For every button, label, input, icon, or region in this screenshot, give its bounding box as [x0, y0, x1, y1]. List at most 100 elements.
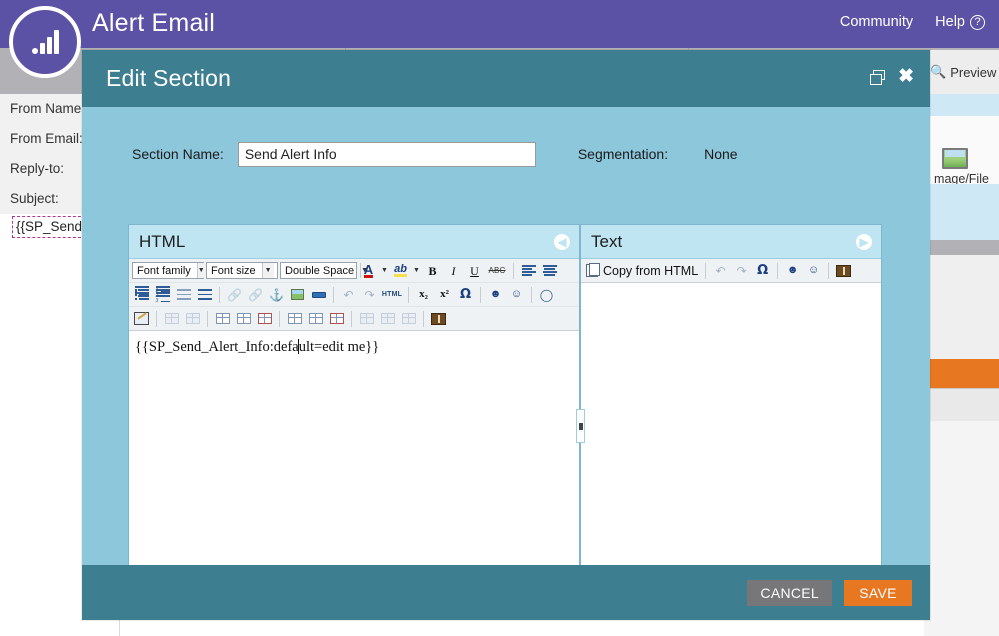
outdent-icon [176, 289, 191, 300]
redo-button[interactable]: ↷ [360, 285, 379, 304]
special-character-button[interactable]: Ω [456, 285, 475, 304]
table-row-properties-button[interactable] [162, 309, 181, 328]
insert-column-after-button[interactable] [306, 309, 325, 328]
modal-title: Edit Section [106, 65, 232, 91]
bold-button[interactable]: B [423, 261, 442, 280]
font-size-select[interactable]: Font size ▼ [206, 262, 278, 279]
html-toolbar-row-2: 1 2 3 🔗 🔗 ⚓ ↶ ↷ HTML x₂ x² Ω ☻ ☺ ◯ [129, 283, 579, 307]
redo-button[interactable]: ↷ [732, 261, 751, 280]
strikethrough-button[interactable]: ABC [486, 261, 508, 280]
text-toolbar: Copy from HTML ↶ ↷ Ω ☻ ☺ [581, 259, 881, 283]
edit-html-source-button[interactable]: HTML [381, 285, 403, 304]
insert-merge-field-button[interactable] [834, 261, 853, 280]
superscript-button[interactable]: x² [435, 285, 454, 304]
edit-section-modal: Edit Section ✖ Section Name: Segmentatio… [82, 50, 930, 620]
highlight-color-caret[interactable]: ▼ [412, 267, 421, 274]
insert-image-button[interactable] [288, 285, 307, 304]
find-replace-button[interactable]: ☺ [507, 285, 526, 304]
align-center-button[interactable] [540, 261, 559, 280]
indent-button[interactable] [195, 285, 214, 304]
content-block-divider [924, 240, 999, 255]
insert-row-before-button[interactable] [213, 309, 232, 328]
bullet-list-button[interactable] [132, 285, 151, 304]
toolbar-separator [333, 286, 334, 303]
superscript-icon: x² [440, 288, 449, 300]
content-block-8[interactable] [924, 421, 999, 636]
nav-item-help[interactable]: Help ? [935, 14, 985, 30]
undo-button[interactable]: ↶ [339, 285, 358, 304]
insert-table-button[interactable] [429, 309, 448, 328]
toolbar-separator [513, 262, 514, 279]
numbered-list-button[interactable]: 1 2 3 [153, 285, 172, 304]
content-block-1[interactable] [924, 94, 999, 116]
font-family-select[interactable]: Font family ▼ [132, 262, 205, 279]
insert-column-before-button[interactable] [285, 309, 304, 328]
delete-column-icon [329, 313, 344, 324]
preview-draft-button[interactable]: 🔍 Preview Dra [924, 50, 999, 94]
copy-icon [586, 263, 600, 277]
restore-window-icon[interactable] [870, 70, 886, 85]
content-block-cta-button[interactable] [924, 359, 999, 389]
merge-cells-button[interactable] [378, 309, 397, 328]
subscript-button[interactable]: x₂ [414, 285, 433, 304]
horizontal-rule-button[interactable] [309, 285, 328, 304]
insert-row-after-button[interactable] [234, 309, 253, 328]
html-pane-header: HTML ◀ [129, 225, 579, 259]
section-name-row: Section Name: Segmentation: None [82, 140, 930, 168]
label-from-name: From Name: [10, 101, 86, 116]
arrow-left-circle-icon[interactable]: ◀ [554, 234, 570, 250]
nav-item-community[interactable]: Community [840, 14, 913, 30]
line-spacing-select[interactable]: Double Space ▼ [280, 262, 369, 279]
outdent-button[interactable] [174, 285, 193, 304]
section-name-input[interactable] [237, 141, 536, 167]
content-block-image-file[interactable]: mage/File [924, 116, 999, 186]
arrow-right-circle-icon[interactable]: ▶ [856, 234, 872, 250]
magnifier-icon: 🔍 [930, 64, 947, 79]
anchor-button[interactable]: ⚓ [267, 285, 286, 304]
table-cell-properties-button[interactable] [183, 309, 202, 328]
find-button[interactable]: ☻ [486, 285, 505, 304]
copy-from-html-button[interactable]: Copy from HTML [584, 263, 700, 278]
content-block-7[interactable] [924, 389, 999, 421]
find-replace-button[interactable]: ☺ [804, 261, 823, 280]
remove-formatting-button[interactable]: ◯ [537, 285, 556, 304]
text-pane-header: Text ▶ [581, 225, 881, 259]
find-button[interactable]: ☻ [783, 261, 802, 280]
toolbar-separator [480, 286, 481, 303]
nav-help-label: Help [935, 14, 965, 30]
content-block-5[interactable] [924, 255, 999, 359]
highlight-color-button[interactable]: ab [391, 261, 410, 280]
save-button[interactable]: SAVE [844, 579, 912, 606]
italic-button[interactable]: I [444, 261, 463, 280]
close-icon[interactable]: ✖ [898, 67, 914, 86]
split-cells-button[interactable] [357, 309, 376, 328]
unlink-button[interactable]: 🔗 [246, 285, 265, 304]
pane-splitter[interactable] [576, 409, 585, 443]
insert-column-before-icon [287, 313, 302, 324]
text-color-button[interactable]: A [359, 261, 378, 280]
subscript-icon: x₂ [419, 288, 428, 300]
font-size-value: Font size [211, 264, 256, 277]
align-left-button[interactable] [519, 261, 538, 280]
edit-style-button[interactable] [132, 309, 151, 328]
toolbar-separator [279, 310, 280, 327]
html-pane-title: HTML [139, 231, 186, 251]
segmentation-value[interactable]: None [704, 146, 737, 162]
label-subject: Subject: [10, 191, 59, 206]
content-block-3[interactable] [924, 184, 999, 240]
underline-button[interactable]: U [465, 261, 484, 280]
delete-row-icon [257, 313, 272, 324]
bullet-list-icon [134, 289, 149, 300]
special-character-button[interactable]: Ω [753, 261, 772, 280]
undo-button[interactable]: ↶ [711, 261, 730, 280]
eraser-icon: ◯ [539, 287, 554, 302]
splitter-grip-icon [578, 422, 583, 430]
insert-link-button[interactable]: 🔗 [225, 285, 244, 304]
html-editor-pane: HTML ◀ Font family ▼ Font size ▼ Double … [128, 224, 580, 613]
cancel-button[interactable]: CANCEL [747, 579, 832, 606]
delete-row-button[interactable] [255, 309, 274, 328]
text-color-caret[interactable]: ▼ [380, 267, 389, 274]
delete-column-button[interactable] [327, 309, 346, 328]
toolbar-separator [423, 310, 424, 327]
delete-table-button[interactable] [399, 309, 418, 328]
